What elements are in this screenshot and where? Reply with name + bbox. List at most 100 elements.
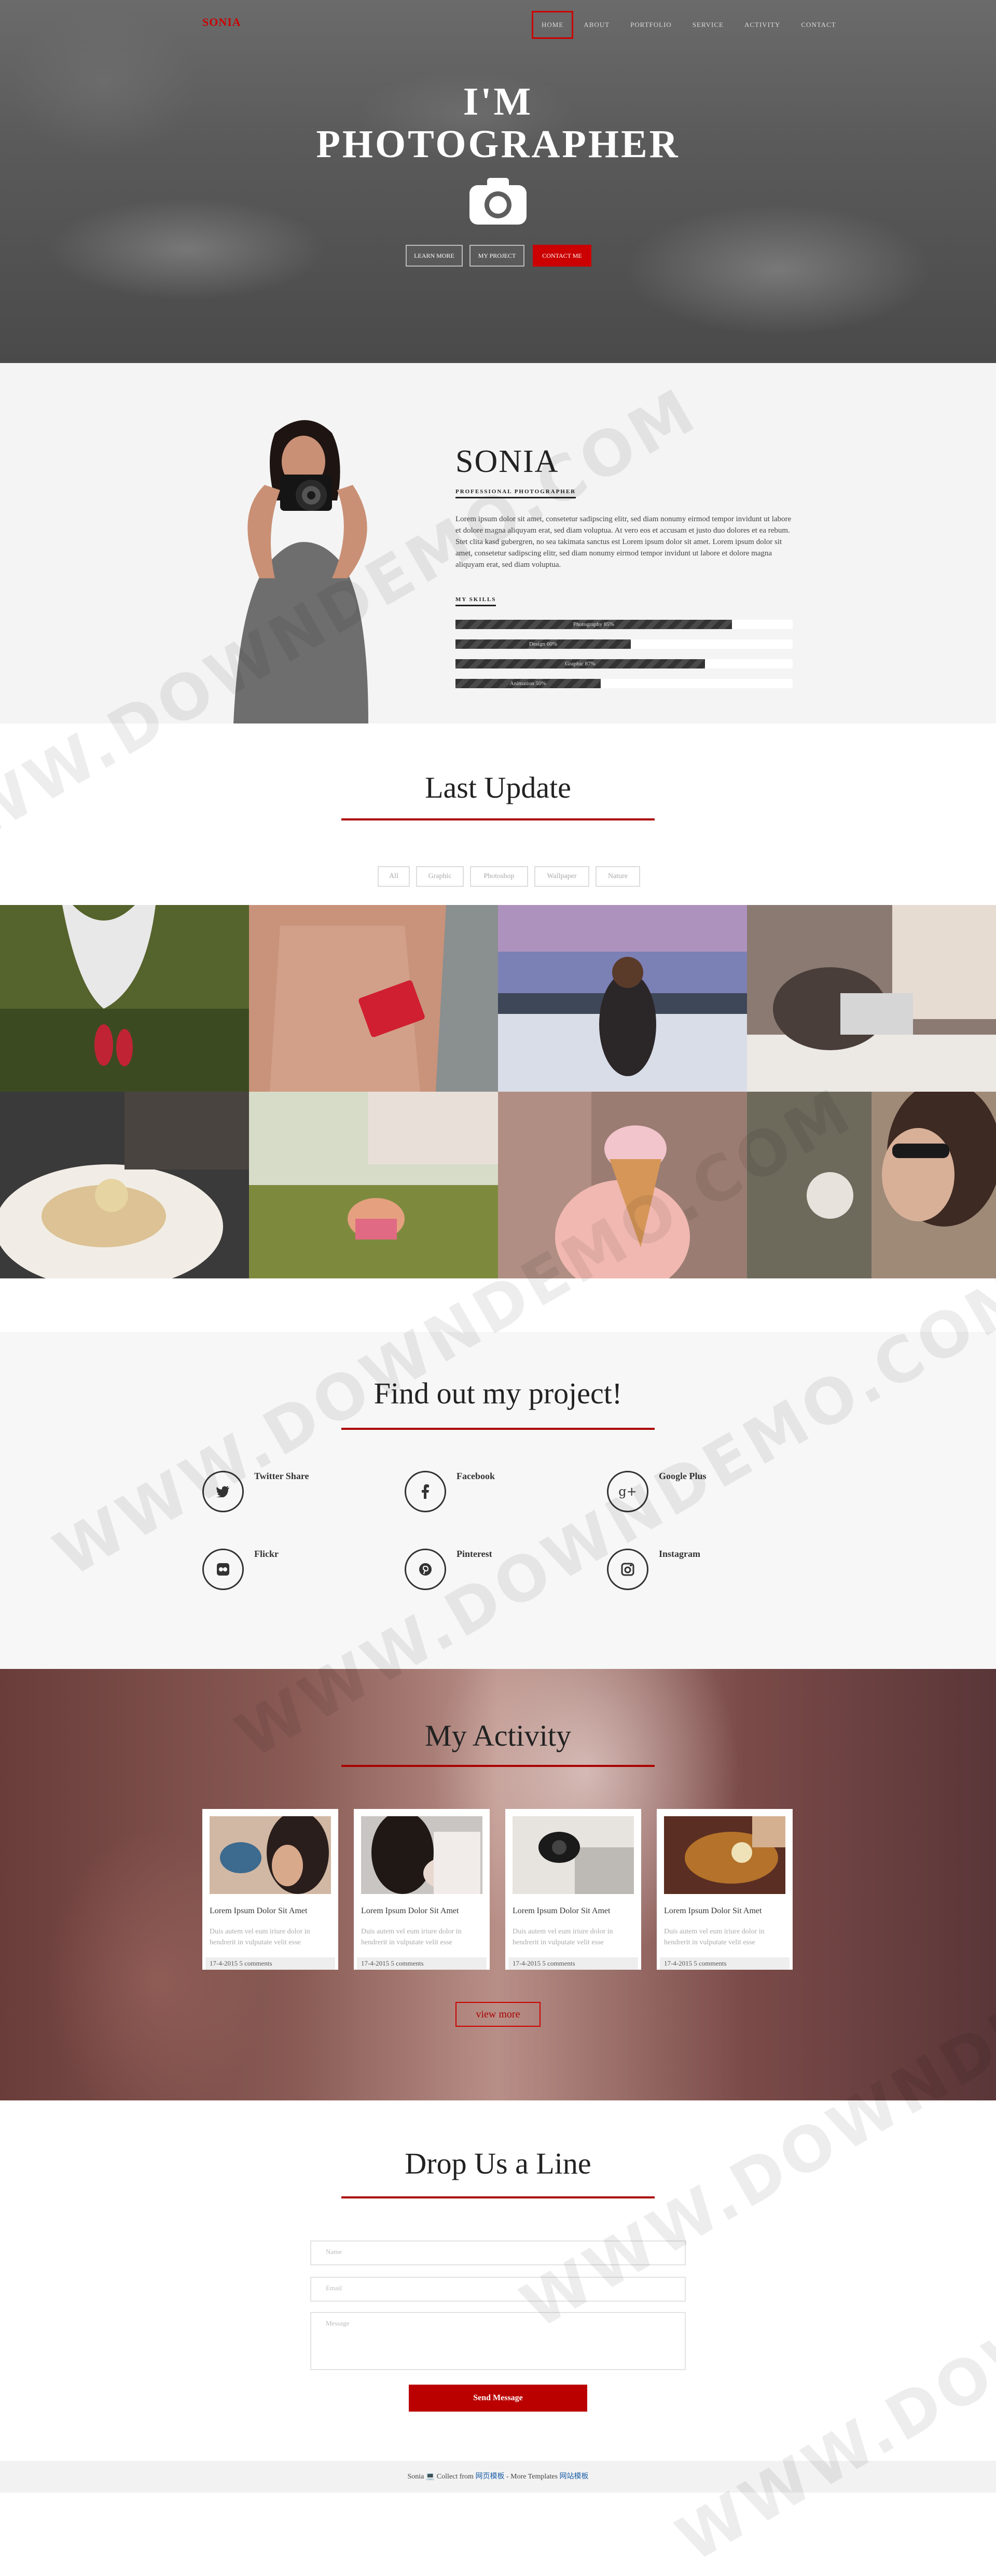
activity-section: My Activity Lorem Ipsum Dolor Sit Amet D…	[0, 1669, 996, 2100]
footer-more: - More Templates	[506, 2473, 558, 2481]
title-underline	[341, 2196, 655, 2198]
activity-title: My Activity	[425, 1719, 571, 1752]
gallery-image[interactable]	[249, 1092, 498, 1278]
about-subtitle: PROFESSIONAL PHOTOGRAPHER	[455, 489, 576, 498]
view-more-button[interactable]: view more	[455, 2002, 541, 2027]
message-field[interactable]: Message	[310, 2312, 686, 2370]
social-flickr[interactable]: Flickr	[202, 1549, 358, 1590]
skills-title: MY SKILLS	[455, 596, 496, 606]
camera-icon	[469, 178, 527, 225]
activity-card-title[interactable]: Lorem Ipsum Dolor Sit Amet	[664, 1906, 762, 1916]
filter-nature[interactable]: Nature	[596, 866, 640, 887]
activity-card-meta: 17-4-2015 5 comments	[205, 1957, 335, 1970]
about-section: SONIA PROFESSIONAL PHOTOGRAPHER Lorem ip…	[0, 363, 996, 723]
pinterest-icon[interactable]	[405, 1549, 446, 1590]
skill-bar: Design 60%	[455, 639, 793, 649]
filter-all[interactable]: All	[378, 866, 410, 887]
title-underline	[341, 1428, 655, 1430]
footer-link-site-templates[interactable]: 网站模板	[560, 2473, 589, 2481]
nav-about[interactable]: ABOUT	[584, 21, 610, 29]
activity-card-image	[513, 1816, 634, 1894]
about-name: SONIA	[455, 444, 559, 479]
gallery-image[interactable]	[249, 905, 498, 1092]
name-field[interactable]: Name	[310, 2240, 686, 2265]
nav-home[interactable]: HOME	[532, 11, 574, 39]
contact-title: Drop Us a Line	[405, 2147, 591, 2180]
my-project-button[interactable]: MY PROJECT	[469, 245, 524, 267]
send-message-button[interactable]: Send Message	[409, 2385, 587, 2412]
title-underline	[341, 818, 655, 820]
social-label: Twitter Share	[254, 1471, 309, 1481]
nav-activity[interactable]: ACTIVITY	[744, 21, 780, 29]
gallery-image[interactable]	[747, 905, 996, 1092]
skill-bar: Animation 50%	[455, 679, 793, 688]
activity-card-text: Duis autem vel eum iriure dolor in hendr…	[664, 1928, 765, 1946]
instagram-icon[interactable]	[607, 1549, 648, 1590]
filter-wallpaper[interactable]: Wallpaper	[534, 866, 589, 887]
activity-card-image	[210, 1816, 331, 1894]
footer-collect: Collect from	[436, 2473, 474, 2481]
activity-card-text: Duis autem vel eum iriure dolor in hendr…	[361, 1928, 462, 1946]
flickr-icon[interactable]	[202, 1549, 244, 1590]
nav-contact[interactable]: CONTACT	[801, 21, 836, 29]
social-label: Facebook	[457, 1471, 495, 1481]
project-title: Find out my project!	[374, 1376, 622, 1410]
brand-logo[interactable]: SONIA	[202, 16, 241, 29]
skill-bar: Photography 85%	[455, 620, 793, 629]
activity-card-meta: 17-4-2015 5 comments	[357, 1957, 487, 1970]
gallery-image[interactable]	[0, 905, 249, 1092]
facebook-icon[interactable]	[405, 1471, 446, 1512]
nav-portfolio[interactable]: PORTFOLIO	[630, 21, 672, 29]
activity-card[interactable]: Lorem Ipsum Dolor Sit Amet Duis autem ve…	[505, 1809, 641, 1970]
main-nav: HOME ABOUT PORTFOLIO SERVICE ACTIVITY CO…	[532, 10, 857, 39]
learn-more-button[interactable]: LEARN MORE	[406, 245, 463, 267]
activity-card[interactable]: Lorem Ipsum Dolor Sit Amet Duis autem ve…	[354, 1809, 490, 1970]
filter-graphic[interactable]: Graphic	[416, 866, 464, 887]
twitter-icon[interactable]	[202, 1471, 244, 1512]
social-label: Google Plus	[659, 1471, 707, 1481]
nav-service[interactable]: SERVICE	[693, 21, 724, 29]
social-facebook[interactable]: Facebook	[405, 1471, 560, 1512]
activity-card-title[interactable]: Lorem Ipsum Dolor Sit Amet	[513, 1906, 610, 1916]
footer-brand: Sonia	[407, 2473, 424, 2481]
last-update-title: Last Update	[425, 771, 571, 804]
activity-card-title[interactable]: Lorem Ipsum Dolor Sit Amet	[210, 1906, 307, 1916]
skill-fill: Graphic 87%	[455, 659, 705, 669]
hero-section: SONIA HOME ABOUT PORTFOLIO SERVICE ACTIV…	[0, 0, 996, 363]
gallery-image[interactable]	[0, 1092, 249, 1278]
activity-card-image	[361, 1816, 482, 1894]
activity-card-image	[664, 1816, 785, 1894]
contact-me-button[interactable]: CONTACT ME	[533, 245, 591, 267]
activity-card-meta: 17-4-2015 5 comments	[660, 1957, 790, 1970]
email-field[interactable]: Email	[310, 2277, 686, 2302]
footer: Sonia 💻 Collect from 网页模板 - More Templat…	[0, 2461, 996, 2493]
skill-fill: Photography 85%	[455, 620, 732, 629]
photographer-image	[233, 420, 368, 723]
monitor-icon: 💻	[425, 2473, 435, 2481]
activity-card-text: Duis autem vel eum iriure dolor in hendr…	[210, 1928, 310, 1946]
activity-card-title[interactable]: Lorem Ipsum Dolor Sit Amet	[361, 1906, 459, 1916]
skill-fill: Animation 50%	[455, 679, 601, 688]
social-google-plus[interactable]: g+ Google Plus	[607, 1471, 763, 1512]
watermark: WWW.DOWNDEMO.COM	[665, 2059, 996, 2576]
hero-title-line1: I'M	[463, 80, 533, 123]
skill-bar: Graphic 87%	[455, 659, 793, 669]
social-pinterest[interactable]: Pinterest	[405, 1549, 560, 1590]
social-instagram[interactable]: Instagram	[607, 1549, 763, 1590]
social-label: Instagram	[659, 1549, 700, 1559]
activity-card[interactable]: Lorem Ipsum Dolor Sit Amet Duis autem ve…	[202, 1809, 338, 1970]
title-underline	[341, 1765, 655, 1767]
skill-fill: Design 60%	[455, 639, 631, 649]
google-plus-icon[interactable]: g+	[607, 1471, 648, 1512]
social-twitter[interactable]: Twitter Share	[202, 1471, 358, 1512]
activity-card-text: Duis autem vel eum iriure dolor in hendr…	[513, 1928, 613, 1946]
gallery-image[interactable]	[498, 1092, 747, 1278]
footer-link-templates[interactable]: 网页模板	[475, 2473, 504, 2481]
gallery-image[interactable]	[747, 1092, 996, 1278]
gallery-image[interactable]	[498, 905, 747, 1092]
filter-photoshop[interactable]: Photoshop	[470, 866, 528, 887]
activity-card[interactable]: Lorem Ipsum Dolor Sit Amet Duis autem ve…	[657, 1809, 793, 1970]
social-label: Pinterest	[457, 1549, 492, 1559]
hero-title-line2: PHOTOGRAPHER	[316, 122, 680, 166]
project-section: Find out my project! Twitter Share Faceb…	[0, 1332, 996, 1669]
